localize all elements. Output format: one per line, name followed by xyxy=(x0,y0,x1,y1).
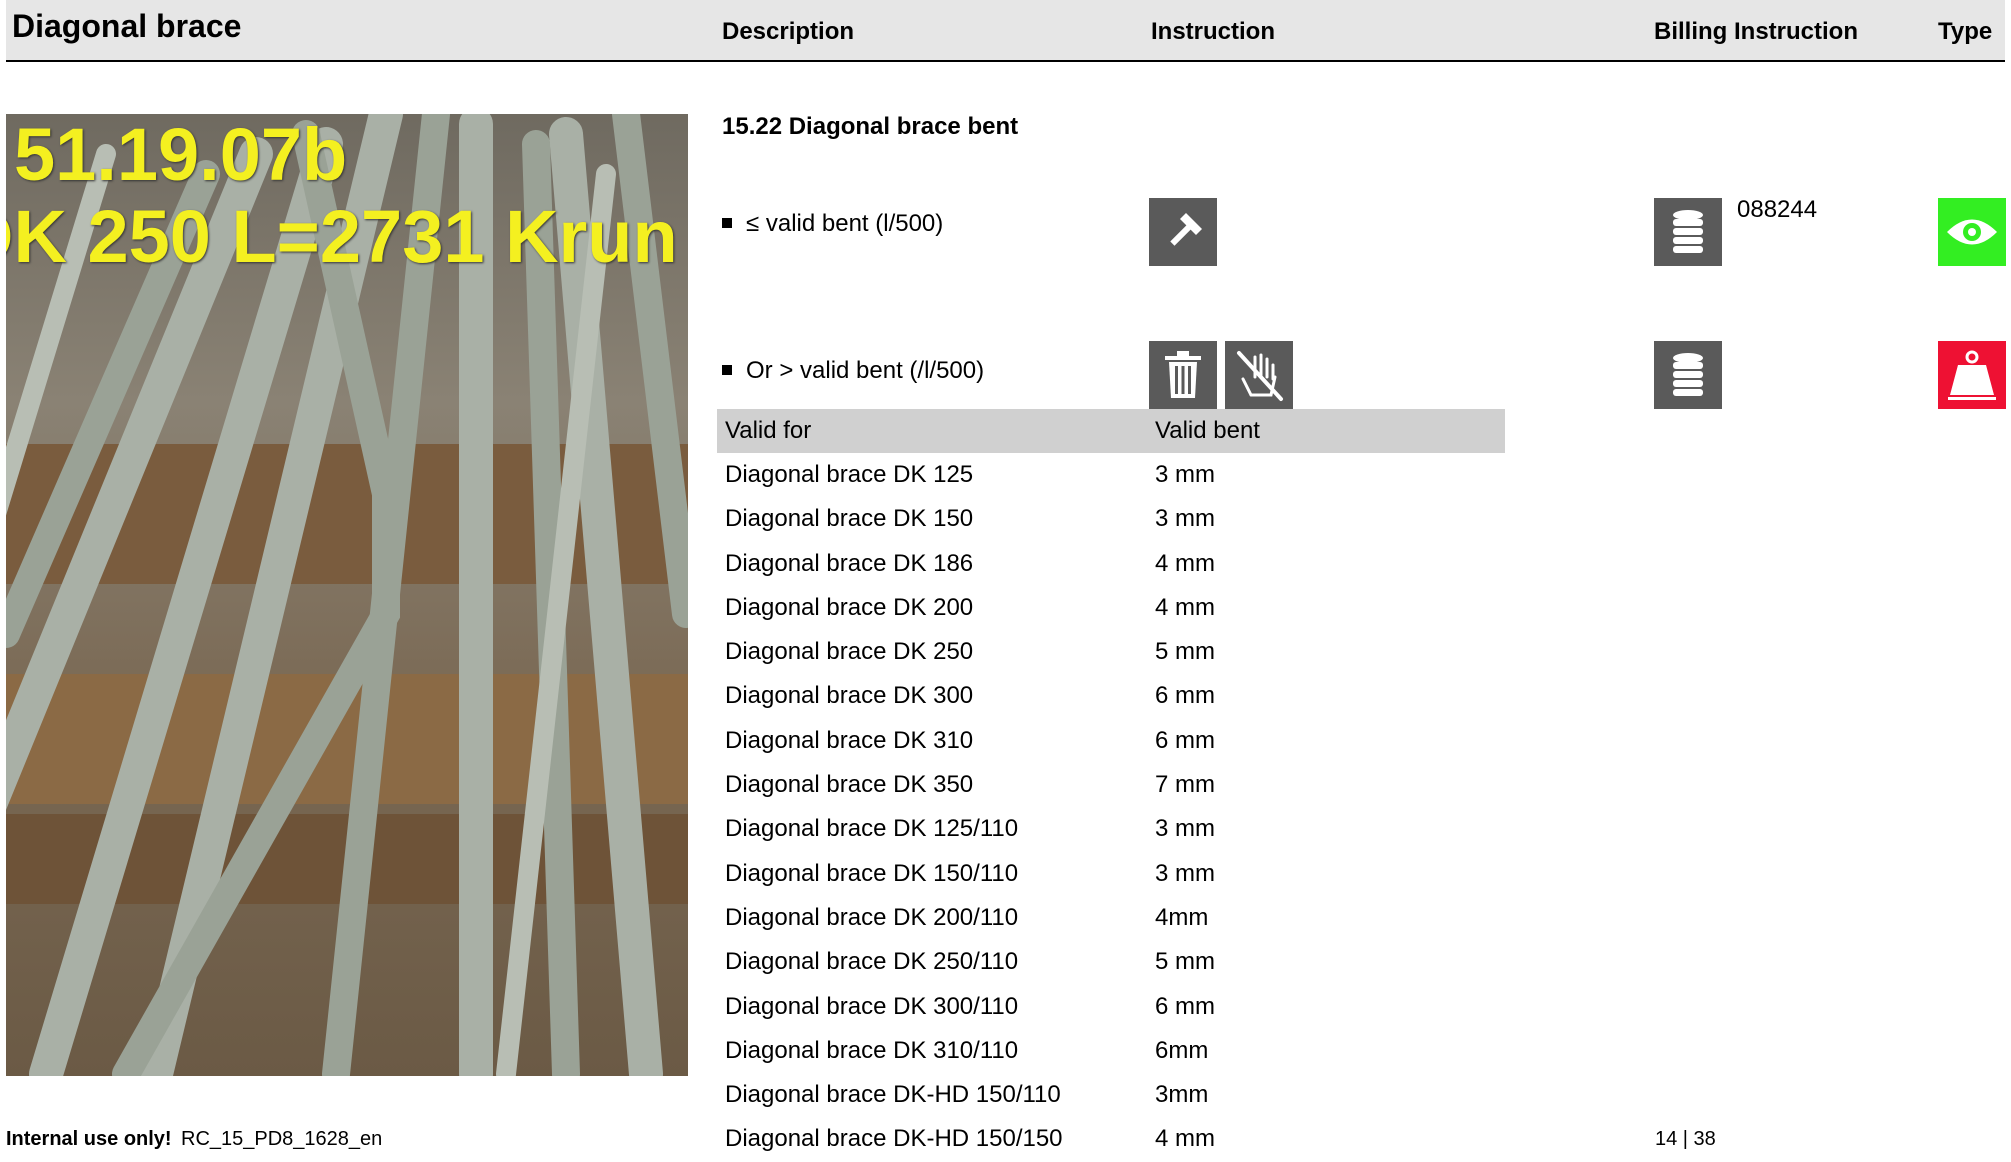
table-cell-valid-for: Diagonal brace DK 300 xyxy=(725,682,974,710)
table-cell-valid-for: Diagonal brace DK-HD 150/150 xyxy=(725,1125,1063,1153)
hammer-icon xyxy=(1149,198,1217,266)
page-header: Diagonal brace Description Instruction B… xyxy=(6,0,2005,62)
table-row: Diagonal brace DK 150 3 mm xyxy=(717,497,1505,541)
table-cell-valid-bent: 5 mm xyxy=(1155,638,1215,666)
table-cell-valid-bent: 5 mm xyxy=(1155,948,1215,976)
table-cell-valid-for: Diagonal brace DK 350 xyxy=(725,771,974,799)
bullet-square-icon xyxy=(722,217,732,228)
table-header-valid-bent: Valid bent xyxy=(1155,417,1260,444)
bullet-text: Or > valid bent (/l/500) xyxy=(746,357,985,384)
footer-page-number: 14 | 38 xyxy=(1655,1128,1716,1150)
bullet-text: ≤ valid bent (l/500) xyxy=(746,210,944,237)
table-cell-valid-for: Diagonal brace DK 150/110 xyxy=(725,859,1019,887)
table-row: Diagonal brace DK 250/110 5 mm xyxy=(717,940,1505,984)
table-row: Diagonal brace DK-HD 150/110 3mm xyxy=(717,1073,1505,1117)
coin-stack-icon xyxy=(1654,198,1722,266)
table-cell-valid-for: Diagonal brace DK 125/110 xyxy=(725,815,1019,843)
column-header-type: Type xyxy=(1938,18,1993,45)
table-cell-valid-bent: 7 mm xyxy=(1155,771,1215,799)
table-cell-valid-for: Diagonal brace DK 200/110 xyxy=(725,903,1019,931)
table-row: Diagonal brace DK 300/110 6 mm xyxy=(717,985,1505,1029)
table-cell-valid-bent: 3 mm xyxy=(1155,461,1215,488)
billing-number: 088244 xyxy=(1737,196,1818,223)
table-cell-valid-bent: 3mm xyxy=(1155,1081,1209,1109)
table-cell-valid-bent: 4 mm xyxy=(1155,1125,1215,1153)
table-cell-valid-bent: 3 mm xyxy=(1155,859,1215,887)
column-header-billing: Billing Instruction xyxy=(1654,18,1858,45)
table-cell-valid-for: Diagonal brace DK 250 xyxy=(725,638,974,666)
no-touch-hand-icon xyxy=(1225,341,1293,409)
bullet-item-invalid: Or > valid bent (/l/500) xyxy=(722,357,984,385)
table-cell-valid-for: Diagonal brace DK 200 xyxy=(725,593,974,621)
table-row: Diagonal brace DK 310/110 6mm xyxy=(717,1029,1505,1073)
photo-label-dimension: DK 250 L=2731 Krun xyxy=(6,195,678,278)
table-row: Diagonal brace DK-HD 150/150 4 mm xyxy=(717,1117,1505,1161)
table-row: Diagonal brace DK 150/110 3 mm xyxy=(717,852,1505,896)
table-row: Diagonal brace DK 350 7 mm xyxy=(717,763,1505,807)
table-cell-valid-bent: 3 mm xyxy=(1155,505,1215,533)
column-header-description: Description xyxy=(722,18,855,45)
table-body: Diagonal brace DK 125 3 mm Diagonal brace … xyxy=(717,453,1505,1162)
product-photo: 51.19.07b DK 250 L=2731 Krun xyxy=(6,114,688,1076)
column-header-instruction: Instruction xyxy=(1151,18,1275,45)
table-row: Diagonal brace DK 186 4 mm xyxy=(717,542,1505,586)
trash-icon xyxy=(1149,341,1217,409)
page-title: Diagonal brace xyxy=(12,8,242,44)
coin-stack-icon xyxy=(1654,341,1722,409)
table-row: Diagonal brace DK 300 6 mm xyxy=(717,674,1505,718)
photo-label-code: 51.19.07b xyxy=(14,114,348,196)
table-cell-valid-for: Diagonal brace DK 250/110 xyxy=(725,948,1019,976)
bullet-item-valid: ≤ valid bent (l/500) xyxy=(722,210,943,238)
table-row: Diagonal brace DK 200/110 4mm xyxy=(717,896,1505,940)
table-cell-valid-bent: 4 mm xyxy=(1155,549,1215,577)
table-row: Diagonal brace DK 125/110 3 mm xyxy=(717,807,1505,851)
table-cell-valid-bent: 6 mm xyxy=(1155,992,1215,1020)
table-cell-valid-bent: 6 mm xyxy=(1155,682,1215,710)
bullet-square-icon xyxy=(722,364,732,375)
table-row: Diagonal brace DK 250 5 mm xyxy=(717,630,1505,674)
eye-icon xyxy=(1938,198,2006,266)
valid-bent-table: Valid for Valid bent Diagonal brace DK 1… xyxy=(717,409,1505,1162)
table-cell-valid-for: Diagonal brace DK 310/110 xyxy=(725,1036,1019,1064)
table-cell-valid-for: Diagonal brace DK 125 xyxy=(725,461,974,488)
table-header-valid-for: Valid for xyxy=(725,417,812,444)
table-cell-valid-for: Diagonal brace DK 310 xyxy=(725,726,974,754)
table-row: Diagonal brace DK 310 6 mm xyxy=(717,719,1505,763)
table-cell-valid-bent: 6 mm xyxy=(1155,726,1215,754)
table-cell-valid-bent: 3 mm xyxy=(1155,815,1215,843)
section-title: 15.22 Diagonal brace bent xyxy=(722,113,1019,140)
table-cell-valid-bent: 4 mm xyxy=(1155,593,1215,621)
table-cell-valid-for: Diagonal brace DK 186 xyxy=(725,549,974,577)
table-cell-valid-for: Diagonal brace DK 150 xyxy=(725,505,974,533)
table-header: Valid for Valid bent xyxy=(717,409,1505,453)
table-cell-valid-for: Diagonal brace DK 300/110 xyxy=(725,992,1019,1020)
table-cell-valid-bent: 6mm xyxy=(1155,1036,1209,1064)
table-cell-valid-for: Diagonal brace DK-HD 150/110 xyxy=(725,1081,1061,1109)
weight-kg-icon xyxy=(1938,341,2006,409)
table-cell-valid-bent: 4mm xyxy=(1155,903,1209,931)
table-row: Diagonal brace DK 125 3 mm xyxy=(717,453,1505,497)
table-row: Diagonal brace DK 200 4 mm xyxy=(717,586,1505,630)
footer-document-id: RC_15_PD8_1628_en xyxy=(181,1128,383,1150)
footer-internal-notice: Internal use only! xyxy=(6,1128,172,1150)
